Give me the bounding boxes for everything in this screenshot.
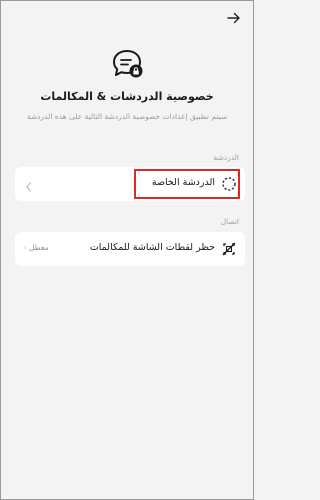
chat-bubble-lock-icon (112, 49, 144, 79)
chevron-left-icon (24, 178, 34, 192)
arrow-right-icon (227, 12, 240, 24)
page-title: خصوصية الدردشات & المكالمات (40, 90, 214, 103)
block-screenshots-row[interactable]: حظر لقطات الشاشة للمكالمات معطل‹ (15, 232, 245, 266)
page-subtitle: سيتم تطبيق إعدادات خصوصية الدردشة التالي… (26, 112, 228, 121)
back-button[interactable] (225, 9, 243, 27)
section-label-chat: الدردشة (213, 153, 239, 162)
screenshot-blocked-icon (221, 241, 237, 257)
screen-frame: خصوصية الدردشات & المكالمات سيتم تطبيق إ… (0, 0, 254, 500)
section-label-call: اتصال (220, 217, 239, 226)
chevron-left-icon: ‹ (24, 243, 27, 252)
status-text: معطل‹ (24, 243, 48, 252)
highlight-box (134, 169, 240, 199)
block-screenshots-label: حظر لقطات الشاشة للمكالمات (89, 242, 215, 253)
status-value: معطل (29, 243, 49, 252)
